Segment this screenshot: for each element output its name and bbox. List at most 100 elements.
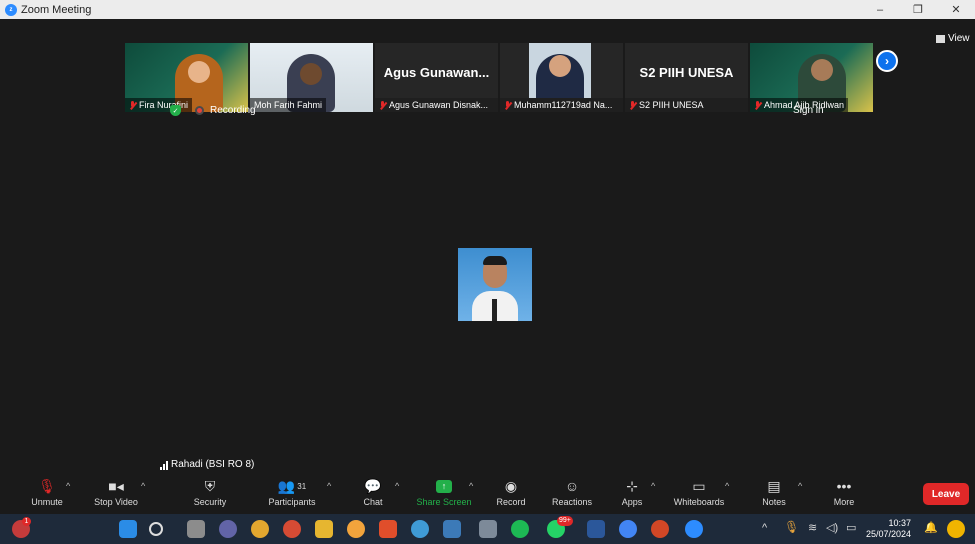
notes-options-caret[interactable]: ^ <box>798 481 802 491</box>
view-label: View <box>948 33 970 44</box>
participant-name-bar: Agus Gunawan Disnak... <box>375 98 498 112</box>
search-icon[interactable] <box>149 522 163 536</box>
participant-title: S2 PIIH UNESA <box>639 65 734 80</box>
meeting-toolbar: 🎙 Unmute ^ ■◂ Stop Video ^ ⛨ Security 👥 3… <box>0 475 975 514</box>
minimize-button[interactable]: – <box>861 0 899 19</box>
participant-title: Agus Gunawan... <box>383 65 490 80</box>
tray-overflow-icon[interactable]: ^ <box>762 522 767 534</box>
participant-tile[interactable]: S2 PIIH UNESA S2 PIIH UNESA <box>625 43 748 112</box>
unmute-button[interactable]: 🎙 Unmute <box>27 475 67 514</box>
photos-icon[interactable] <box>443 520 461 538</box>
weather-icon[interactable]: 1 <box>12 517 31 538</box>
notes-icon: ▤ <box>767 477 781 494</box>
apps-button[interactable]: ⊹ Apps <box>617 475 647 514</box>
unmute-label: Unmute <box>31 497 63 507</box>
active-speaker-name: Rahadi (BSI RO 8) <box>171 459 255 470</box>
participant-tile[interactable]: Muhamm112719ad Na... <box>500 43 623 112</box>
file-explorer-icon[interactable] <box>315 520 333 538</box>
participant-name: Muhamm112719ad Na... <box>514 100 613 110</box>
restore-button[interactable]: ❐ <box>899 0 937 19</box>
wifi-icon[interactable]: ≋ <box>808 521 817 534</box>
reactions-button[interactable]: ☺ Reactions <box>548 475 596 514</box>
edge-icon[interactable] <box>411 520 429 538</box>
share-screen-icon: ↑ <box>436 475 452 497</box>
people-icon: 👥 31 <box>277 477 307 494</box>
hair-graphic <box>483 256 507 265</box>
participant-tile[interactable]: Agus Gunawan... Agus Gunawan Disnak... <box>375 43 498 112</box>
zoom-taskbar-icon[interactable] <box>685 520 703 538</box>
chat-options-caret[interactable]: ^ <box>395 481 399 491</box>
weather-badge: 1 <box>22 517 31 526</box>
chat-label: Chat <box>363 497 383 507</box>
video-camera-icon: ■◂ <box>108 477 124 494</box>
security-button[interactable]: ⛨ Security <box>190 475 230 514</box>
view-button[interactable]: View <box>936 33 970 44</box>
participant-name: S2 PIIH UNESA <box>639 100 704 110</box>
mic-muted-icon <box>629 100 636 110</box>
more-button[interactable]: ••• More <box>829 475 859 514</box>
participant-tile[interactable]: Ahmad Ajib Ridlwan <box>750 43 873 112</box>
next-page-button[interactable]: › <box>876 50 898 72</box>
notifications-bell-icon[interactable]: 🔔 <box>924 521 938 534</box>
chat-button[interactable]: 💬 Chat <box>356 475 390 514</box>
more-dots-icon: ••• <box>836 478 852 494</box>
tie-graphic <box>492 299 497 321</box>
share-screen-button[interactable]: ↑ Share Screen <box>414 475 474 514</box>
volume-icon[interactable]: ◁) <box>826 521 838 534</box>
unmute-options-caret[interactable]: ^ <box>66 481 70 491</box>
teams-chat-icon[interactable] <box>219 520 237 538</box>
record-button[interactable]: ◉ Record <box>494 475 528 514</box>
recording-icon <box>195 106 204 115</box>
whiteboard-icon: ▭ <box>692 477 706 494</box>
participants-label: Participants <box>268 497 316 507</box>
mic-tray-icon[interactable]: 🎙 <box>784 520 799 534</box>
whiteboards-button[interactable]: ▭ Whiteboards <box>671 475 727 514</box>
active-speaker-label: Rahadi (BSI RO 8) <box>160 459 254 470</box>
system-clock[interactable]: 10:37 25/07/2024 <box>866 518 911 540</box>
spotify-icon[interactable] <box>511 520 529 538</box>
participant-face <box>549 55 571 77</box>
active-speaker-photo <box>458 248 532 321</box>
whiteboards-options-caret[interactable]: ^ <box>725 481 729 491</box>
window-title: Zoom Meeting <box>21 3 92 16</box>
chat-bubble-icon: 💬 <box>364 477 382 494</box>
participants-button[interactable]: 👥 31 Participants <box>262 475 322 514</box>
mic-muted-icon: 🎙 <box>38 477 56 494</box>
participant-name-bar: Muhamm112719ad Na... <box>500 98 623 112</box>
record-icon: ◉ <box>504 477 518 494</box>
stop-video-button[interactable]: ■◂ Stop Video <box>88 475 144 514</box>
chrome-alt-icon[interactable] <box>619 520 637 538</box>
shield-check-icon[interactable]: ✓ <box>170 105 181 116</box>
close-button[interactable]: ✕ <box>937 0 975 19</box>
copilot-icon[interactable] <box>947 520 965 538</box>
chrome-profile-icon[interactable] <box>283 520 301 538</box>
apps-label: Apps <box>621 497 643 507</box>
powerpoint-icon[interactable] <box>651 520 669 538</box>
title-bar: z Zoom Meeting – ❐ ✕ <box>0 0 975 19</box>
chrome-icon[interactable] <box>251 520 269 538</box>
participant-tile[interactable]: Moh Farih Fahmi <box>250 43 373 112</box>
apps-options-caret[interactable]: ^ <box>651 481 655 491</box>
participants-options-caret[interactable]: ^ <box>327 481 331 491</box>
task-view-icon[interactable] <box>187 520 205 538</box>
participant-tile[interactable]: Fira Nurafini <box>125 43 248 112</box>
meeting-status: ✓ Recording <box>170 105 256 116</box>
notes-button[interactable]: ▤ Notes <box>759 475 789 514</box>
leave-button[interactable]: Leave <box>923 483 969 505</box>
video-options-caret[interactable]: ^ <box>141 481 145 491</box>
office-icon[interactable] <box>379 520 397 538</box>
recording-label: Recording <box>210 105 256 116</box>
whatsapp-icon[interactable]: 99+ <box>547 516 573 538</box>
grid-icon <box>936 34 945 43</box>
mic-muted-icon <box>754 100 761 110</box>
camera-icon[interactable] <box>479 520 497 538</box>
word-icon[interactable] <box>587 520 605 538</box>
signal-bars-icon <box>160 461 168 470</box>
battery-icon[interactable]: ▭ <box>846 521 856 534</box>
participant-face <box>811 59 833 81</box>
firefox-icon[interactable] <box>347 520 365 538</box>
sign-in-button[interactable]: Sign in <box>793 105 824 116</box>
share-options-caret[interactable]: ^ <box>469 481 473 491</box>
mic-muted-icon <box>504 100 511 110</box>
start-windows-icon[interactable] <box>119 520 137 538</box>
